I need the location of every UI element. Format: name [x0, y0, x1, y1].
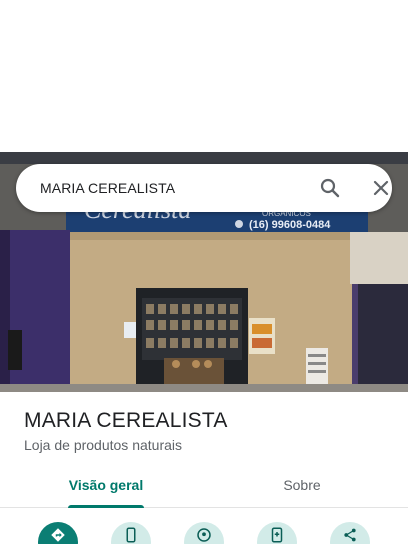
save-icon	[271, 527, 283, 543]
call-button[interactable]	[111, 522, 151, 544]
sign-phone: (16) 99608-0484	[249, 219, 331, 231]
directions-button[interactable]	[38, 522, 78, 544]
place-screen: Cerealista ORGÂNICOS (16) 99608-0484	[0, 0, 408, 544]
place-title: MARIA CEREALISTA	[24, 409, 228, 432]
active-tab-indicator	[68, 505, 144, 508]
close-icon[interactable]	[369, 176, 393, 200]
location-icon	[197, 528, 211, 542]
tab-overview[interactable]: Visão geral	[54, 466, 158, 508]
tab-about-label: Sobre	[283, 477, 321, 493]
search-bar[interactable]: MARIA CEREALISTA	[16, 164, 392, 212]
phone-icon	[126, 527, 136, 543]
share-button[interactable]	[330, 522, 370, 544]
tab-about[interactable]: Sobre	[252, 466, 352, 508]
search-icon[interactable]	[318, 176, 342, 200]
directions-icon	[51, 528, 65, 542]
tab-overview-label: Visão geral	[68, 477, 144, 493]
save-button[interactable]	[257, 522, 297, 544]
place-category: Loja de produtos naturais	[24, 437, 182, 453]
nearby-button[interactable]	[184, 522, 224, 544]
tab-bar: Visão geral Sobre	[0, 466, 408, 508]
search-input[interactable]: MARIA CEREALISTA	[40, 164, 175, 212]
share-icon	[344, 528, 356, 542]
